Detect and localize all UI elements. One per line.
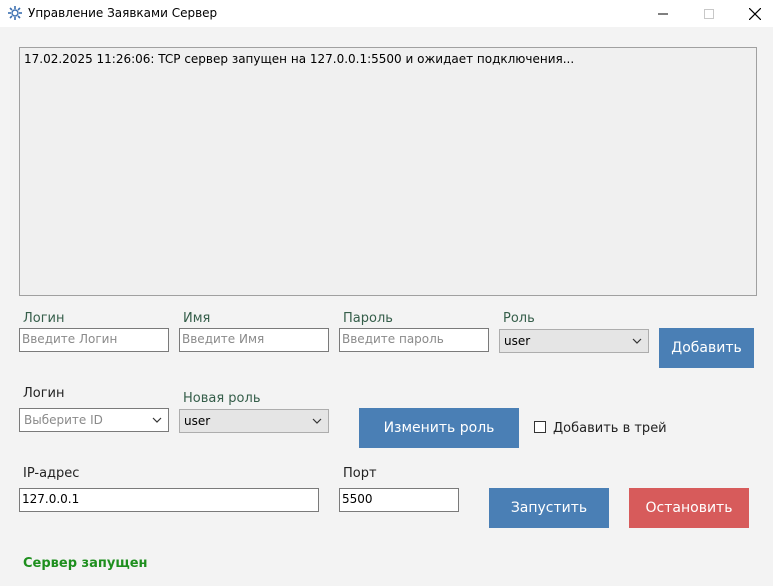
ip-input[interactable]: 127.0.0.1 [19,488,319,512]
maximize-button[interactable] [686,0,732,27]
minimize-icon [658,13,668,14]
user-id-select[interactable]: Выберите ID [19,408,169,432]
change-role-button[interactable]: Изменить роль [359,408,519,448]
status-label: Сервер запущен [23,556,148,571]
chevron-down-icon [312,418,322,424]
password-label: Пароль [343,311,393,326]
chevron-down-icon [152,417,162,423]
log-line: 17.02.2025 11:26:06: TCP сервер запущен … [24,52,575,66]
tray-checkbox-label[interactable]: Добавить в трей [553,421,667,436]
ip-label: IP-адрес [23,466,80,481]
change-login-label: Логин [23,386,65,401]
maximize-icon [704,8,714,19]
port-label: Порт [343,466,377,481]
tray-checkbox[interactable] [534,421,546,433]
password-input[interactable]: Введите пароль [339,328,489,352]
close-icon [749,7,761,20]
title-bar: Управление Заявками Сервер [0,0,773,27]
new-role-select[interactable]: user [179,409,329,433]
port-input[interactable]: 5500 [339,488,459,512]
chevron-down-icon [632,338,642,344]
stop-button[interactable]: Остановить [629,488,749,528]
app-gear-icon [7,5,23,21]
add-button[interactable]: Добавить [659,328,754,368]
window-title: Управление Заявками Сервер [28,6,218,20]
log-textbox[interactable]: 17.02.2025 11:26:06: TCP сервер запущен … [19,47,757,296]
start-button[interactable]: Запустить [489,488,609,528]
new-role-label: Новая роль [183,391,261,406]
login-input[interactable]: Введите Логин [19,328,169,352]
role-select[interactable]: user [499,329,649,353]
name-label: Имя [183,311,211,326]
minimize-button[interactable] [640,0,686,27]
name-input[interactable]: Введите Имя [179,328,329,352]
close-button[interactable] [732,0,773,27]
role-label: Роль [503,311,535,326]
login-label: Логин [23,311,65,326]
